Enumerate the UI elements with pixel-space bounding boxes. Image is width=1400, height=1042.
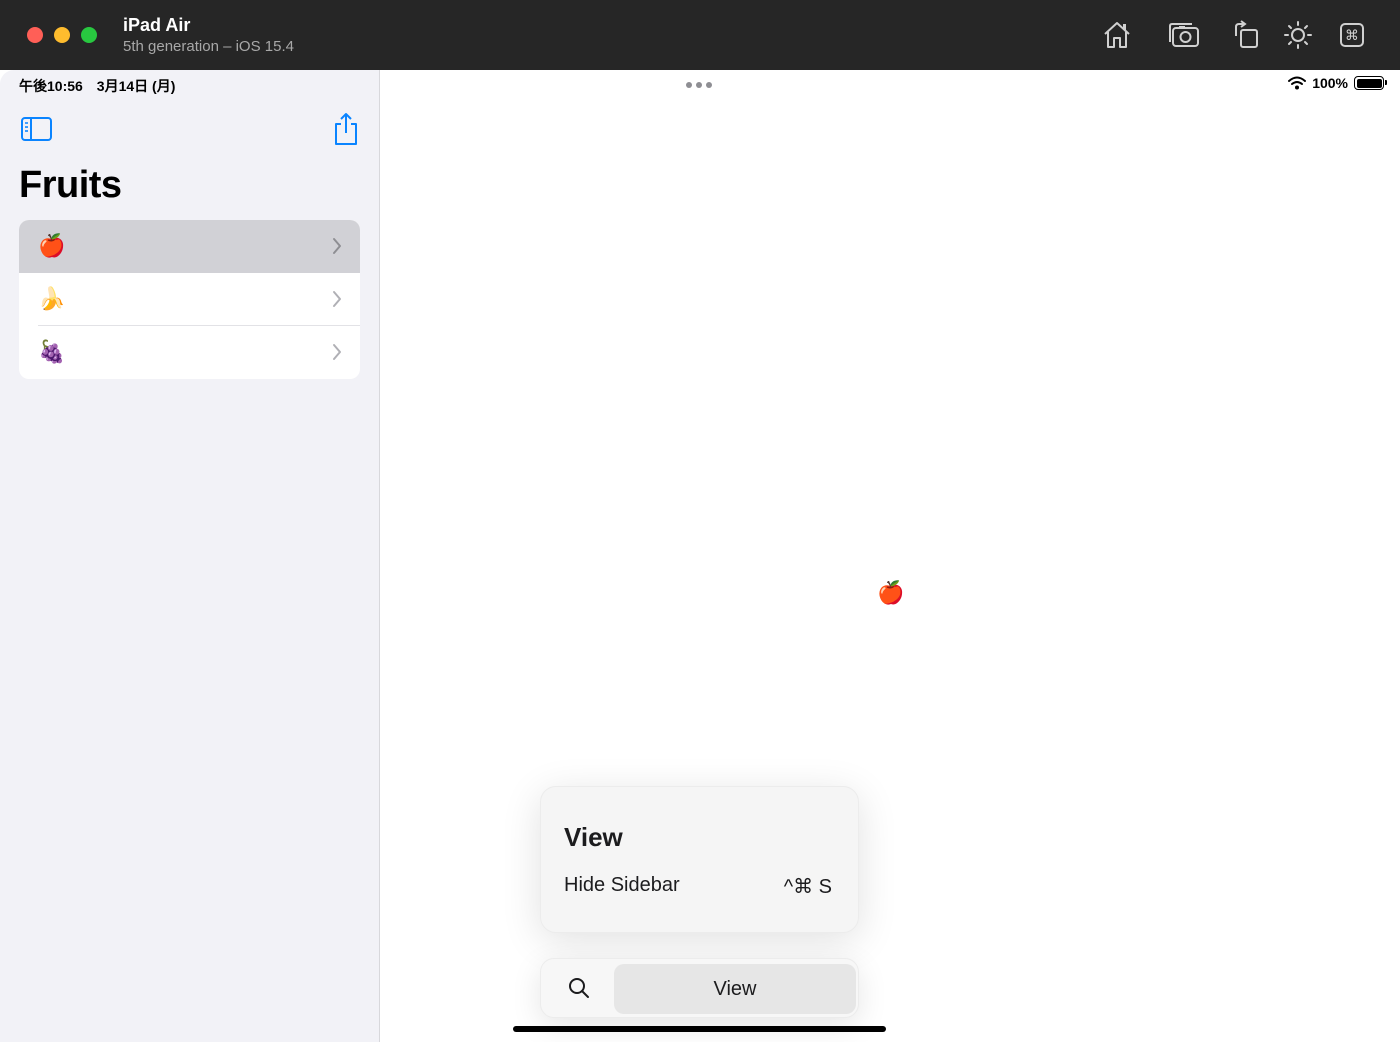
window-subtitle: 5th generation – iOS 15.4 [123,38,294,55]
close-window-button[interactable] [27,27,43,43]
chevron-right-icon [333,238,341,254]
window-title: iPad Air [123,15,191,35]
chevron-right-icon [333,344,341,360]
home-icon[interactable] [1100,18,1134,52]
tab-view[interactable]: View [614,964,856,1014]
grapes-emoji: 🍇 [38,339,66,364]
wifi-icon [1288,76,1307,90]
zoom-window-button[interactable] [81,27,97,43]
search-icon[interactable] [567,976,591,1000]
share-icon[interactable] [332,112,360,146]
shortcut-menu: View Hide Sidebar ^⌘ S [540,786,859,933]
sidebar-title: Fruits [19,164,122,206]
banana-emoji: 🍌 [38,286,66,311]
status-right: 100% [1288,75,1387,91]
apple-emoji: 🍎 [38,233,66,258]
shortcut-hud-bar: View [540,958,859,1018]
battery-icon [1354,76,1387,90]
multitasking-dots-icon[interactable] [686,82,712,88]
status-time-date: 午後10:56 3月14日 (月) [19,78,176,94]
svg-text:⌘: ⌘ [1345,28,1359,44]
minimize-window-button[interactable] [54,27,70,43]
battery-percentage: 100% [1312,75,1348,91]
sidebar: 午後10:56 3月14日 (月) Fruits 🍎 🍌 🍇 [0,70,380,1042]
detail-apple-emoji: 🍎 [877,580,905,605]
chevron-right-icon [333,291,341,307]
hide-sidebar-menu-item[interactable]: Hide Sidebar [564,874,680,897]
list-item[interactable]: 🍌 [19,273,360,326]
sidebar-toggle-icon[interactable] [20,116,54,142]
home-indicator[interactable] [513,1026,886,1032]
hide-sidebar-shortcut: ^⌘ S [783,876,832,898]
ipad-screen: 午後10:56 3月14日 (月) Fruits 🍎 🍌 🍇 100% 🍎 Vi… [0,70,1400,1042]
appearance-icon[interactable] [1281,18,1315,52]
simulator-titlebar: iPad Air 5th generation – iOS 15.4 ⌘ [0,0,1400,70]
list-item[interactable]: 🍎 [19,220,360,273]
menu-title: View [564,822,623,852]
screenshot-icon[interactable] [1167,18,1201,52]
rotate-icon[interactable] [1229,18,1263,52]
list-item[interactable]: 🍇 [19,326,360,379]
fruit-list: 🍎 🍌 🍇 [19,220,360,379]
keyboard-command-icon[interactable]: ⌘ [1335,18,1369,52]
